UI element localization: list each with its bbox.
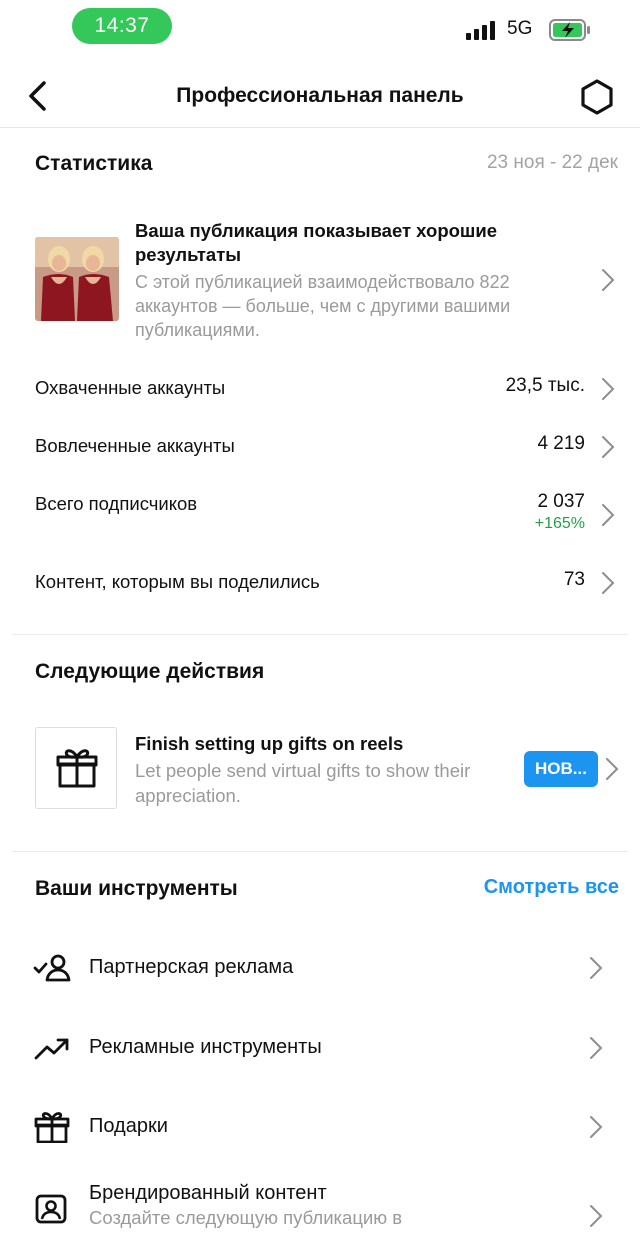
section-divider [12,634,628,635]
tools-heading: Ваши инструменты [35,877,238,900]
chevron-right-icon [601,571,615,595]
stat-value: 73 [563,569,585,590]
next-actions-heading: Следующие действия [35,660,265,683]
tool-label: Брендированный контент [89,1182,327,1204]
new-badge: НОВ... [524,751,598,787]
chevron-right-icon [601,268,615,292]
highlight-description: С этой публикацией взаимодействовало 822… [135,272,511,340]
settings-gear-icon[interactable] [578,78,616,116]
stat-value: 23,5 тыс. [505,375,585,396]
chevron-right-icon [589,1204,603,1228]
chevron-right-icon [601,503,615,527]
action-title: Finish setting up gifts on reels [135,733,404,754]
stat-value: 2 037 [537,491,585,512]
chevron-right-icon [601,377,615,401]
tool-label: Партнерская реклама [89,956,294,978]
gift-icon [33,1111,71,1144]
stat-row-total-followers[interactable]: Всего подписчиков 2 037 +165% [35,487,620,543]
top-navigation-bar: Профессиональная панель [0,64,640,128]
stat-row-content-shared[interactable]: Контент, которым вы поделились 73 [35,565,620,601]
cellular-signal-icon [466,20,498,40]
action-description: Let people send virtual gifts to show th… [135,760,471,806]
partner-ads-icon [33,952,71,984]
see-all-link[interactable]: Смотреть все [484,876,619,899]
status-time: 14:37 [72,8,172,44]
stat-label: Вовлеченные аккаунты [35,435,235,456]
network-type: 5G [507,18,533,39]
stat-value: 4 219 [537,433,585,454]
gift-icon [35,727,117,809]
date-range[interactable]: 23 ноя - 22 дек [487,152,618,174]
tool-label: Рекламные инструменты [89,1036,322,1058]
statistics-heading: Статистика [35,152,153,175]
chevron-right-icon [589,1115,603,1139]
page-title: Профессиональная панель [176,84,464,107]
stat-label: Контент, которым вы поделились [35,571,320,592]
tool-item-gifts[interactable]: Подарки [33,1103,623,1151]
stat-label: Охваченные аккаунты [35,377,226,398]
tool-item-ad-tools[interactable]: Рекламные инструменты [33,1024,623,1072]
followers-change-badge: +165% [534,515,585,532]
chevron-right-icon [605,757,619,781]
branded-content-icon [33,1194,71,1226]
stat-row-reached-accounts[interactable]: Охваченные аккаунты 23,5 тыс. [35,371,620,407]
chevron-right-icon [589,956,603,980]
stat-label: Всего подписчиков [35,493,198,514]
tool-sublabel: Создайте следующую публикацию в [89,1207,403,1228]
stat-row-engaged-accounts[interactable]: Вовлеченные аккаунты 4 219 [35,429,620,465]
tool-item-partner-ads[interactable]: Партнерская реклама [33,944,623,992]
status-bar: 14:37 5G [0,0,640,58]
highlight-title: Ваша публикация показывает хорошие резул… [135,220,497,265]
chevron-right-icon [589,1036,603,1060]
trending-up-icon [33,1032,71,1064]
post-thumbnail [35,237,119,321]
tool-label: Подарки [89,1115,168,1137]
tool-item-branded-content[interactable]: Брендированный контент Создайте следующу… [33,1170,623,1243]
chevron-right-icon [601,435,615,459]
battery-charging-icon [549,19,590,41]
section-divider [12,851,628,852]
